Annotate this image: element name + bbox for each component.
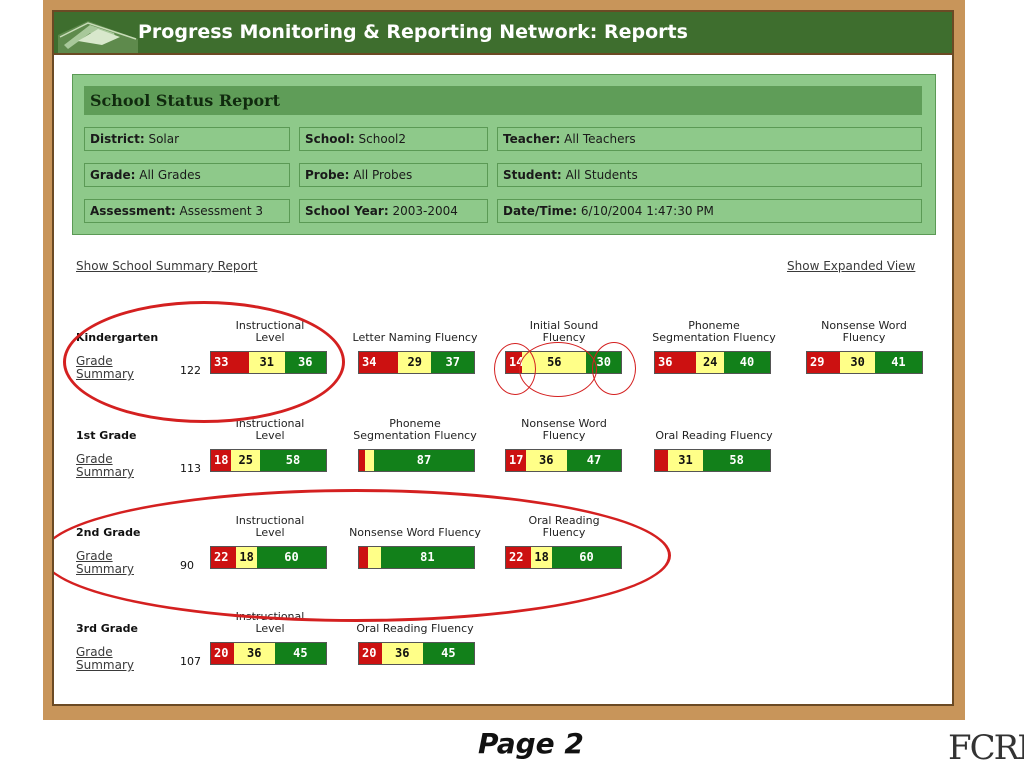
measure-title: Phoneme Segmentation Fluency (335, 418, 495, 442)
some-risk-segment: 36 (525, 450, 567, 471)
app-title: Progress Monitoring & Reporting Network:… (138, 21, 688, 43)
at-risk-segment (655, 450, 668, 471)
school-year-field: School Year: 2003-2004 (299, 199, 488, 223)
measure-title-line: Segmentation Fluency (652, 331, 776, 344)
show-expanded-view-link[interactable]: Show Expanded View (787, 259, 915, 273)
school-status-panel: School Status Report District: Solar Sch… (72, 74, 936, 235)
measure-title: Phoneme Segmentation Fluency (634, 320, 794, 344)
measure-title: Letter Naming Fluency (335, 332, 495, 344)
some-risk-segment (364, 450, 374, 471)
assessment-field: Assessment: Assessment 3 (84, 199, 290, 223)
grade-summary-link-line1: Grade (76, 645, 113, 659)
datetime-field: Date/Time: 6/10/2004 1:47:30 PM (497, 199, 922, 223)
teacher-value: All Teachers (564, 132, 636, 146)
measure-title-line: Fluency (542, 429, 586, 442)
some-risk-segment: 24 (696, 352, 724, 373)
grade-student-count: 107 (180, 655, 201, 668)
benchmark-bar[interactable]: 20 36 45 (210, 642, 327, 665)
some-risk-segment: 25 (231, 450, 260, 471)
student-field: Student: All Students (497, 163, 922, 187)
measure-title-line: Level (255, 429, 285, 442)
book-logo-icon (58, 21, 138, 53)
show-school-summary-link[interactable]: Show School Summary Report (76, 259, 257, 273)
grade-value: All Grades (139, 168, 201, 182)
grade-summary-link-line2: Summary (76, 465, 134, 479)
some-risk-segment: 36 (233, 643, 275, 664)
low-risk-segment: 47 (566, 450, 621, 471)
teacher-field: Teacher: All Teachers (497, 127, 922, 151)
grade-name: 3rd Grade (76, 622, 138, 635)
low-risk-segment: 87 (373, 450, 474, 471)
assessment-value: Assessment 3 (179, 204, 263, 218)
grade-name: 1st Grade (76, 429, 137, 442)
benchmark-bar[interactable]: 87 (358, 449, 475, 472)
measure-title: Nonsense Word Fluency (784, 320, 944, 344)
low-risk-segment: 45 (422, 643, 474, 664)
report-window: Progress Monitoring & Reporting Network:… (52, 10, 954, 706)
at-risk-segment: 20 (211, 643, 234, 664)
low-risk-segment: 41 (874, 352, 922, 373)
some-risk-segment: 31 (667, 450, 704, 471)
annotation-ellipse-kindergarten (63, 301, 345, 423)
grade-summary-link[interactable]: Grade Summary (76, 453, 134, 479)
some-risk-segment: 29 (398, 352, 432, 373)
at-risk-segment: 20 (359, 643, 382, 664)
school-value: School2 (358, 132, 407, 146)
benchmark-bar[interactable]: 29 30 41 (806, 351, 923, 374)
measure-title-line: Fluency (842, 331, 886, 344)
grade-summary-link[interactable]: Grade Summary (76, 646, 134, 672)
benchmark-bar[interactable]: 20 36 45 (358, 642, 475, 665)
fcrr-logo: FCRR (948, 728, 1024, 768)
district-field: District: Solar (84, 127, 290, 151)
school-year-value: 2003-2004 (392, 204, 458, 218)
report-title: School Status Report (84, 86, 922, 115)
grade-summary-link-line1: Grade (76, 452, 113, 466)
measure-title-line: Segmentation Fluency (353, 429, 477, 442)
low-risk-segment: 58 (703, 450, 770, 471)
annotation-ellipse-2nd-grade (54, 489, 671, 622)
some-risk-segment: 30 (840, 352, 875, 373)
benchmark-bar[interactable]: 34 29 37 (358, 351, 475, 374)
measure-title-line: Oral Reading Fluency (655, 429, 773, 442)
datetime-value: 6/10/2004 1:47:30 PM (580, 204, 714, 218)
low-risk-segment: 58 (259, 450, 326, 471)
measure-title: Oral Reading Fluency (335, 623, 495, 635)
at-risk-segment: 36 (655, 352, 697, 373)
probe-field: Probe: All Probes (299, 163, 488, 187)
grade-student-count: 113 (180, 462, 201, 475)
grade-field: Grade: All Grades (84, 163, 290, 187)
measure-title-line: Oral Reading Fluency (356, 622, 474, 635)
at-risk-segment: 17 (506, 450, 526, 471)
student-value: All Students (565, 168, 638, 182)
measure-title: Nonsense Word Fluency (484, 418, 644, 442)
low-risk-segment: 40 (723, 352, 770, 373)
measure-title-line: Level (255, 622, 285, 635)
district-value: Solar (148, 132, 180, 146)
probe-value: All Probes (353, 168, 413, 182)
annotation-circle-30 (592, 342, 636, 395)
benchmark-bar[interactable]: 36 24 40 (654, 351, 771, 374)
low-risk-segment: 45 (274, 643, 326, 664)
title-bar: Progress Monitoring & Reporting Network:… (54, 12, 952, 55)
at-risk-segment: 29 (807, 352, 841, 373)
measure-title: Oral Reading Fluency (634, 430, 794, 442)
school-field: School: School2 (299, 127, 488, 151)
measure-title: Initial Sound Fluency (484, 320, 644, 344)
benchmark-bar[interactable]: 31 58 (654, 449, 771, 472)
benchmark-bar[interactable]: 17 36 47 (505, 449, 622, 472)
grade-summary-link-line2: Summary (76, 658, 134, 672)
annotation-circle-56 (519, 342, 597, 397)
measure-title-line: Letter Naming Fluency (352, 331, 478, 344)
some-risk-segment: 36 (381, 643, 423, 664)
at-risk-segment: 34 (359, 352, 399, 373)
at-risk-segment: 18 (211, 450, 232, 471)
low-risk-segment: 37 (431, 352, 474, 373)
benchmark-bar[interactable]: 18 25 58 (210, 449, 327, 472)
page-label: Page 2 (478, 727, 584, 760)
